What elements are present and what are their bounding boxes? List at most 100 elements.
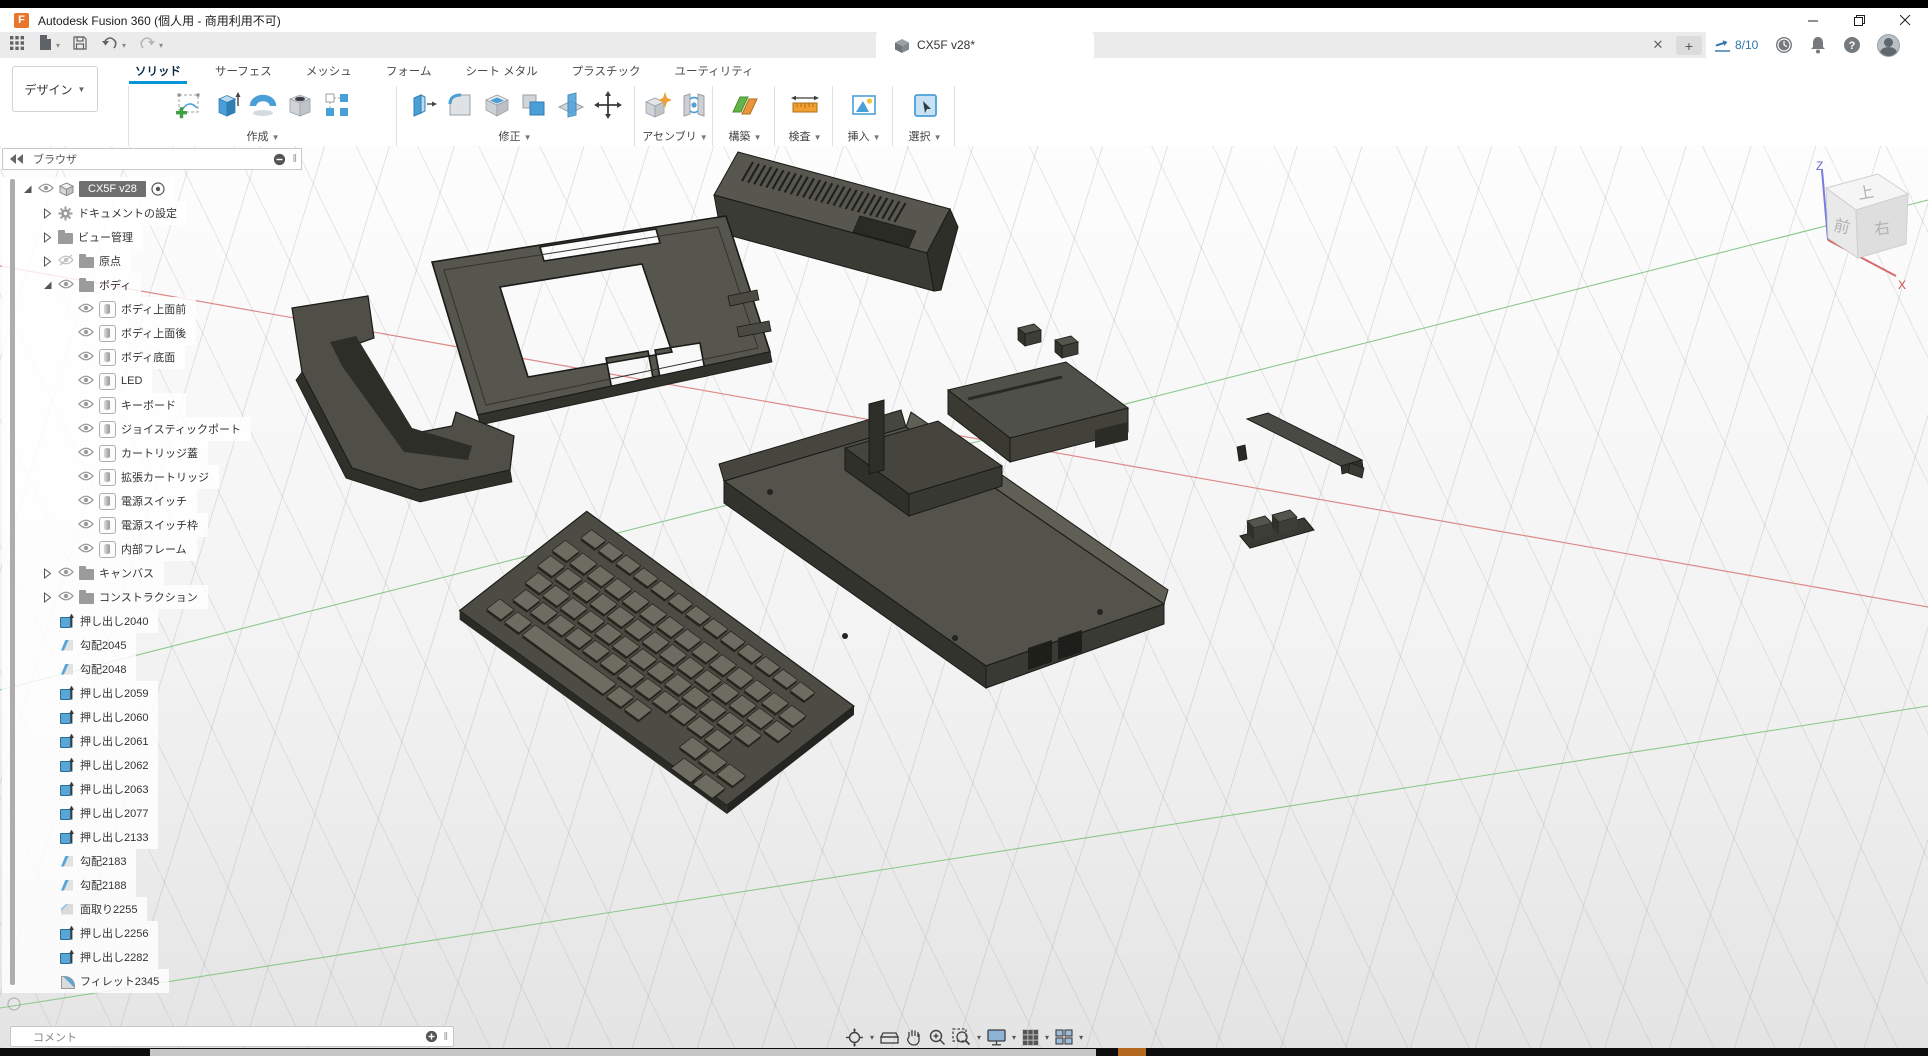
- visibility-eye-icon[interactable]: [78, 374, 94, 389]
- visibility-eye-icon[interactable]: [58, 254, 74, 269]
- group-construct-label[interactable]: 構築 ▼: [729, 128, 762, 144]
- look-at-icon[interactable]: [880, 1029, 899, 1045]
- combine-icon[interactable]: [518, 89, 550, 121]
- tree-body-row[interactable]: 電源スイッチ: [2, 489, 197, 513]
- tree-feature-row[interactable]: フィレット2345: [2, 969, 169, 993]
- expand-arrow-icon[interactable]: [42, 280, 53, 291]
- group-modify-label[interactable]: 修正 ▼: [499, 128, 532, 144]
- tree-folder-row[interactable]: 原点: [2, 249, 131, 273]
- tree-feature-row[interactable]: 勾配2183: [2, 849, 136, 873]
- job-status-clock-icon[interactable]: [1775, 36, 1793, 54]
- select-icon[interactable]: [909, 89, 941, 121]
- shell-icon[interactable]: [481, 89, 513, 121]
- file-menu-caret-icon[interactable]: ▾: [56, 41, 60, 50]
- tree-feature-row[interactable]: 押し出し2040: [2, 609, 158, 633]
- root-component-label[interactable]: CX5F v28: [79, 181, 146, 197]
- tree-folder-row[interactable]: ボディ: [2, 273, 141, 297]
- new-tab-button[interactable]: +: [1676, 36, 1702, 55]
- group-inspect-label[interactable]: 検査 ▼: [789, 128, 822, 144]
- tree-body-row[interactable]: 電源スイッチ枠: [2, 513, 208, 537]
- tree-root-row[interactable]: CX5F v28: [2, 177, 175, 201]
- grid-snap-caret-icon[interactable]: ▾: [1045, 1033, 1049, 1042]
- visibility-eye-icon[interactable]: [58, 278, 74, 293]
- pan-icon[interactable]: [905, 1028, 922, 1046]
- visibility-eye-icon[interactable]: [78, 494, 94, 509]
- visibility-eye-icon[interactable]: [78, 422, 94, 437]
- display-settings-icon[interactable]: [987, 1029, 1006, 1046]
- user-avatar[interactable]: [1877, 34, 1900, 57]
- tree-body-row[interactable]: カートリッジ蓋: [2, 441, 208, 465]
- group-select-label[interactable]: 選択 ▼: [909, 128, 942, 144]
- ribbon-tab[interactable]: ソリッド: [133, 60, 183, 82]
- joint-icon[interactable]: [678, 89, 710, 121]
- visibility-eye-icon[interactable]: [78, 518, 94, 533]
- tree-body-row[interactable]: ボディ底面: [2, 345, 185, 369]
- tree-feature-row[interactable]: 押し出し2077: [2, 801, 158, 825]
- zoom-icon[interactable]: [928, 1028, 946, 1046]
- minimize-button[interactable]: [1790, 8, 1836, 32]
- activate-radio-icon[interactable]: [151, 182, 165, 196]
- tree-feature-row[interactable]: 押し出し2063: [2, 777, 158, 801]
- ribbon-tab[interactable]: メッシュ: [304, 60, 354, 82]
- document-tab[interactable]: CX5F v28*: [876, 32, 1094, 58]
- undo-icon[interactable]: [102, 36, 118, 55]
- group-assemble-label[interactable]: アセンブリ ▼: [642, 128, 707, 144]
- restore-button[interactable]: [1836, 8, 1882, 32]
- expand-arrow-icon[interactable]: [22, 184, 33, 195]
- view-cube[interactable]: 上 前 右 Z X: [1798, 156, 1926, 301]
- pattern-icon[interactable]: [321, 89, 353, 121]
- save-limit-badge[interactable]: 8/10: [1714, 38, 1758, 53]
- viewports-icon[interactable]: [1055, 1029, 1073, 1045]
- tree-folder-row[interactable]: コンストラクション: [2, 585, 208, 609]
- expand-arrow-icon[interactable]: [42, 208, 53, 219]
- app-grid-menu-icon[interactable]: [10, 36, 24, 55]
- expand-arrow-icon[interactable]: [42, 256, 53, 267]
- ribbon-tab[interactable]: サーフェス: [213, 60, 274, 82]
- tree-body-row[interactable]: キーボード: [2, 393, 186, 417]
- panel-drag-handle[interactable]: ‖: [292, 153, 297, 165]
- browser-scrollbar[interactable]: [10, 179, 15, 985]
- group-create-label[interactable]: 作成 ▼: [247, 128, 280, 144]
- fillet-icon[interactable]: [444, 89, 476, 121]
- expand-arrow-icon[interactable]: [42, 592, 53, 603]
- visibility-eye-icon[interactable]: [78, 542, 94, 557]
- extrude-icon[interactable]: [210, 89, 242, 121]
- orbit-caret-icon[interactable]: ▾: [870, 1033, 874, 1042]
- undo-caret-icon[interactable]: ▾: [122, 41, 126, 50]
- tree-feature-row[interactable]: 勾配2188: [2, 873, 136, 897]
- tree-feature-row[interactable]: 押し出し2062: [2, 753, 158, 777]
- zoom-window-caret-icon[interactable]: ▾: [977, 1033, 981, 1042]
- viewports-caret-icon[interactable]: ▾: [1079, 1033, 1083, 1042]
- visibility-eye-icon[interactable]: [78, 326, 94, 341]
- comment-bar[interactable]: コメント ‖: [10, 1026, 454, 1047]
- notifications-bell-icon[interactable]: [1810, 36, 1826, 54]
- grid-snap-icon[interactable]: [1022, 1029, 1039, 1046]
- tab-close-icon[interactable]: ✕: [1648, 35, 1668, 55]
- group-insert-label[interactable]: 挿入 ▼: [848, 128, 881, 144]
- measure-icon[interactable]: [789, 89, 821, 121]
- revolve-icon[interactable]: [247, 89, 279, 121]
- tree-body-row[interactable]: ボディ上面前: [2, 297, 196, 321]
- tree-feature-row[interactable]: 押し出し2060: [2, 705, 158, 729]
- ribbon-tab[interactable]: ユーティリティ: [672, 60, 755, 82]
- tree-feature-row[interactable]: 押し出し2133: [2, 825, 158, 849]
- ribbon-tab[interactable]: プラスチック: [570, 60, 643, 82]
- browser-header[interactable]: ブラウザ ‖: [2, 148, 302, 170]
- collapse-panel-icon[interactable]: [10, 154, 25, 164]
- new-component-icon[interactable]: [641, 89, 673, 121]
- move-copy-icon[interactable]: [592, 89, 624, 121]
- redo-icon[interactable]: [139, 36, 155, 55]
- expand-arrow-icon[interactable]: [42, 568, 53, 579]
- hole-icon[interactable]: [284, 89, 316, 121]
- tree-body-row[interactable]: 拡張カートリッジ: [2, 465, 219, 489]
- add-comment-icon[interactable]: [425, 1030, 438, 1043]
- tree-folder-row[interactable]: ビュー管理: [2, 225, 143, 249]
- ribbon-tab[interactable]: フォーム: [384, 60, 434, 82]
- redo-caret-icon[interactable]: ▾: [159, 41, 163, 50]
- tree-feature-row[interactable]: 勾配2048: [2, 657, 136, 681]
- visibility-eye-icon[interactable]: [58, 566, 74, 581]
- tree-feature-row[interactable]: 勾配2045: [2, 633, 136, 657]
- tree-folder-row[interactable]: キャンバス: [2, 561, 164, 585]
- tree-feature-row[interactable]: 押し出し2282: [2, 945, 158, 969]
- create-sketch-icon[interactable]: [173, 89, 205, 121]
